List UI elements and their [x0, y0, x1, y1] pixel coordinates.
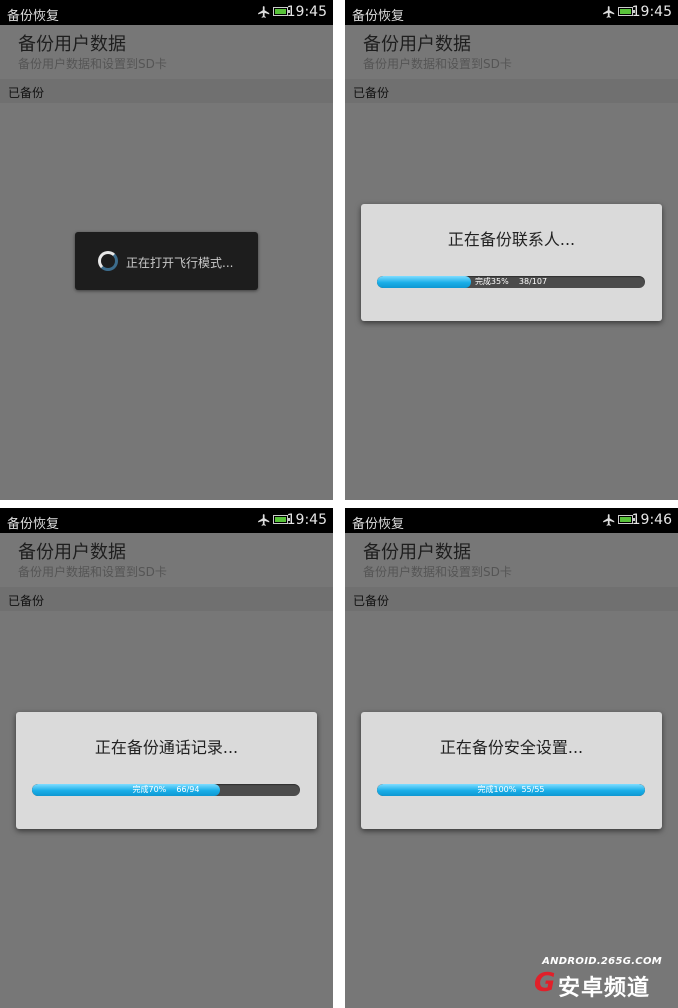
- section-header: 已备份: [345, 79, 678, 103]
- section-header: 已备份: [0, 587, 333, 611]
- dialog-message: 正在备份联系人...: [447, 230, 576, 249]
- progress-dialog: 正在备份通话记录... 完成70% 66/94: [16, 712, 317, 829]
- watermark-text: 安卓频道: [558, 976, 651, 1001]
- toast-message: 正在打开飞行模式...: [126, 256, 234, 270]
- page-title: 备份用户数据: [363, 34, 471, 55]
- screen-backup-contacts: 备份恢复 19:45 备份用户数据 备份用户数据和设置到SD卡 已备份 正在备份…: [345, 0, 678, 500]
- screen-flight-mode: 备份恢复 19:45 备份用户数据 备份用户数据和设置到SD卡 已备份 正在打开…: [0, 0, 333, 500]
- app-title: 备份恢复: [7, 517, 60, 532]
- page-subtitle: 备份用户数据和设置到SD卡: [18, 57, 167, 71]
- progress-dialog: 正在备份联系人... 完成35% 38/107: [361, 204, 662, 321]
- airplane-mode-icon: [603, 6, 615, 18]
- watermark-logo: ANDROID.265G.COM G 安卓频道: [530, 956, 670, 1001]
- progress-text: 完成100% 55/55: [477, 785, 545, 794]
- page-subtitle: 备份用户数据和设置到SD卡: [363, 57, 512, 71]
- dialog-message: 正在备份安全设置...: [439, 738, 584, 757]
- progress-dialog: 正在备份安全设置... 完成100% 55/55: [361, 712, 662, 829]
- page-subtitle: 备份用户数据和设置到SD卡: [18, 565, 167, 579]
- page-header: 备份用户数据 备份用户数据和设置到SD卡: [363, 543, 512, 580]
- page-header: 备份用户数据 备份用户数据和设置到SD卡: [18, 543, 167, 580]
- app-title: 备份恢复: [352, 9, 405, 24]
- progress-bar: 完成100% 55/55: [377, 784, 645, 796]
- clock: 19:45: [631, 4, 672, 20]
- section-header: 已备份: [345, 587, 678, 611]
- status-bar: 备份恢复 19:45: [0, 508, 333, 533]
- page-header: 备份用户数据 备份用户数据和设置到SD卡: [18, 35, 167, 72]
- section-label: 已备份: [353, 594, 390, 608]
- page-header: 备份用户数据 备份用户数据和设置到SD卡: [363, 35, 512, 72]
- progress-bar: 完成70% 66/94: [32, 784, 300, 796]
- clock: 19:46: [631, 512, 672, 528]
- progress-text: 完成70% 66/94: [132, 785, 200, 794]
- section-label: 已备份: [8, 86, 45, 100]
- watermark-url: ANDROID.265G.COM: [542, 956, 662, 967]
- page-title: 备份用户数据: [363, 542, 471, 563]
- status-bar: 备份恢复 19:46: [345, 508, 678, 533]
- section-header: 已备份: [0, 79, 333, 103]
- status-bar: 备份恢复 19:45: [345, 0, 678, 25]
- page-subtitle: 备份用户数据和设置到SD卡: [363, 565, 512, 579]
- app-title: 备份恢复: [352, 517, 405, 532]
- status-bar: 备份恢复 19:45: [0, 0, 333, 25]
- dialog-message: 正在备份通话记录...: [94, 738, 239, 757]
- app-title: 备份恢复: [7, 9, 60, 24]
- progress-bar: 完成35% 38/107: [377, 276, 645, 288]
- section-label: 已备份: [8, 594, 45, 608]
- airplane-mode-icon: [603, 514, 615, 526]
- clock: 19:45: [286, 512, 327, 528]
- watermark-letter: G: [534, 968, 556, 998]
- airplane-mode-icon: [258, 514, 270, 526]
- clock: 19:45: [286, 4, 327, 20]
- airplane-mode-icon: [258, 6, 270, 18]
- progress-toast: 正在打开飞行模式...: [75, 232, 258, 290]
- screen-backup-security: 备份恢复 19:46 备份用户数据 备份用户数据和设置到SD卡 已备份 正在备份…: [345, 508, 678, 1008]
- spinner-icon: [98, 251, 118, 271]
- page-title: 备份用户数据: [18, 34, 126, 55]
- page-title: 备份用户数据: [18, 542, 126, 563]
- section-label: 已备份: [353, 86, 390, 100]
- progress-text: 完成35% 38/107: [474, 277, 548, 286]
- screen-backup-call-log: 备份恢复 19:45 备份用户数据 备份用户数据和设置到SD卡 已备份 正在备份…: [0, 508, 333, 1008]
